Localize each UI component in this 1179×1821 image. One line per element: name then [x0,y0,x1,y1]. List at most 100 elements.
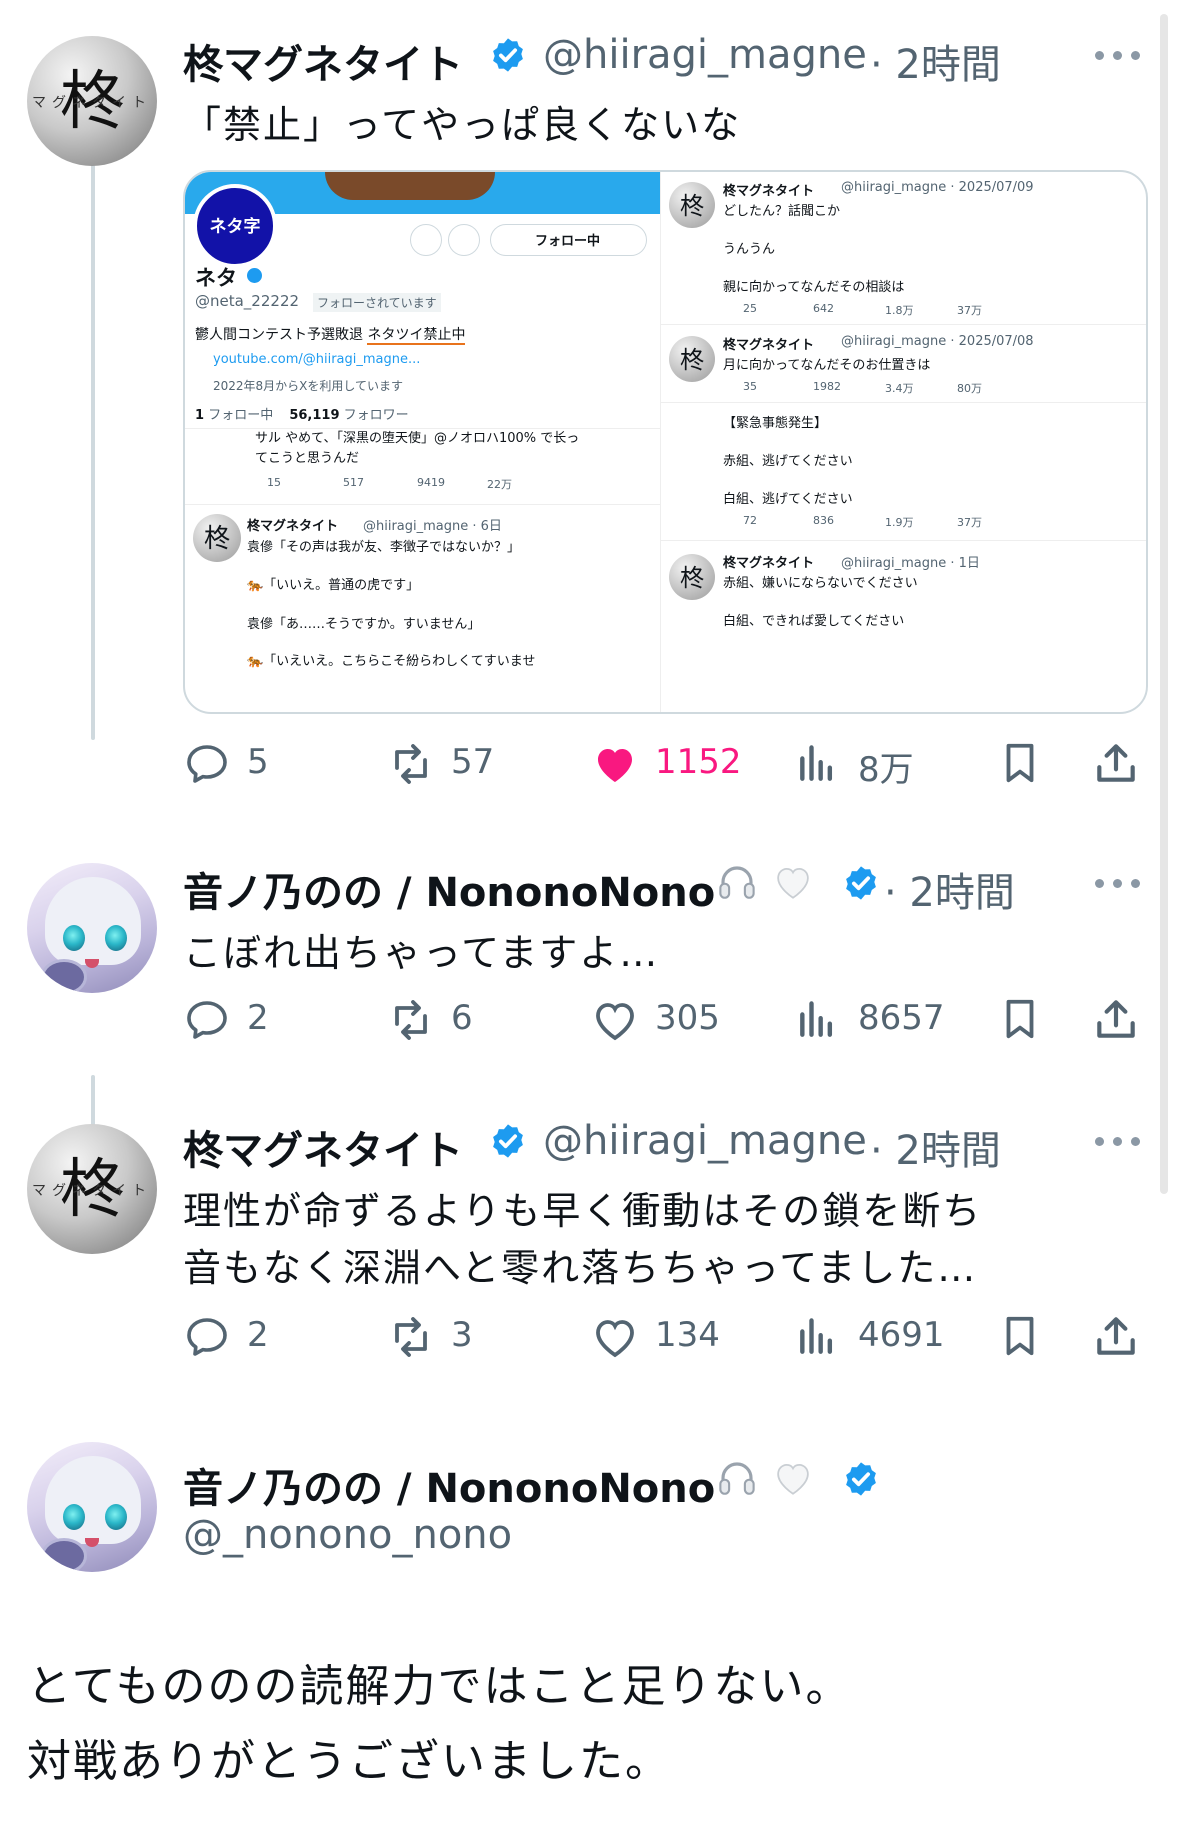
more-options-icon[interactable] [1095,876,1141,890]
white-heart-icon [777,1463,809,1495]
avatar[interactable]: 柊 マグネタイト [27,1124,157,1254]
white-heart-icon [777,867,809,899]
share-icon[interactable] [1091,738,1141,788]
embedded-post-line: うんうん [723,242,776,257]
embedded-post-line: 🐅「いえいえ。こちらこそ紛らわしくてすいませ [247,654,536,669]
following-count: 1 [195,408,205,423]
like-icon[interactable] [591,1313,639,1361]
embedded-avatar-kanji: 柊 [680,346,704,374]
avatar[interactable] [27,1442,157,1572]
more-options-icon[interactable] [1095,1134,1141,1148]
reply-icon[interactable] [183,740,231,788]
thread-line [91,162,95,740]
post-time[interactable]: · 2時間 [870,1118,1001,1176]
repost-count: 517 [343,476,364,489]
verified-badge-icon [493,1124,523,1158]
like-icon[interactable] [591,996,639,1044]
repost-icon[interactable] [386,740,436,788]
post-text-line: 理性が命ずるよりも早く衝動はその鎖を断ち [183,1189,983,1233]
embedded-image[interactable]: ネタ字 フォロー中 ネタ @neta_22222 フォローされています 鬱人間コ… [183,170,1148,714]
bookmark-icon[interactable] [997,1311,1043,1361]
embedded-author-handle: @hiiragi_magne · 2025/07/08 [841,334,1034,349]
share-icon[interactable] [1091,994,1141,1044]
embedded-post-line: 【緊急事態発生】 [723,416,828,431]
bookmark-icon[interactable] [997,738,1043,788]
post-text: こぼれ出ちゃってますよ… [183,931,660,975]
author-handle[interactable]: @hiiragi_magne [543,32,867,78]
repost-count: 836 [813,514,834,527]
followers-label: フォロワー [343,408,409,423]
repost-count: 6 [451,998,473,1038]
bookmark-icon[interactable] [997,994,1043,1044]
embedded-author-handle: @hiiragi_magne · 2025/07/09 [841,180,1034,195]
like-count: 1.9万 [885,516,914,529]
avatar-eye [63,925,85,951]
profile-handle: @neta_22222 [195,292,300,310]
embedded-avatar-kanji: 柊 [680,192,704,220]
embedded-author-name: 柊マグネタイト [247,519,339,534]
reply-count: 2 [247,1315,269,1355]
partial-post-line: サル やめて、「深黒の堕天使」@ノオロハ100% で长っ [255,431,580,446]
embedded-author-name: 柊マグネタイト [723,338,815,353]
embedded-post-line: 赤組、逃げてください [723,454,853,469]
profile-name: ネタ [195,266,237,290]
banner-hair [325,172,495,200]
more-options-icon[interactable] [1095,48,1141,62]
avatar[interactable]: 柊 マグネタイト [27,36,157,166]
profile-verified-icon [247,268,262,283]
verified-badge-icon [493,38,523,72]
views-icon[interactable] [795,998,839,1042]
reply-icon[interactable] [183,1313,231,1361]
embedded-author-name: 柊マグネタイト [723,184,815,199]
avatar-eye [105,925,127,951]
verified-badge-icon [846,866,876,900]
avatar-mouth [85,1538,99,1547]
view-count: 37万 [957,516,982,529]
post-time[interactable]: · 2時間 [870,32,1001,90]
share-icon[interactable] [1091,1311,1141,1361]
author-name[interactable]: 柊マグネタイト [183,32,463,90]
like-count: 305 [655,998,720,1038]
like-count: 1152 [655,742,742,782]
follow-button-label: フォロー中 [534,234,600,249]
profile-link[interactable]: youtube.com/@hiiragi_magne... [213,352,420,367]
follows-you-badge: フォローされています [313,293,441,312]
profile-bio-prefix: 鬱人間コンテスト予選敗退 [195,327,368,343]
author-name[interactable]: 音ノ乃のの / NononoNono [183,1456,715,1514]
repost-icon[interactable] [386,996,436,1044]
profile-avatar-logo: ネタ字 [209,217,261,237]
profile-bio-highlight: ネタツイ禁止中 [367,327,466,345]
notify-button[interactable] [410,224,442,256]
view-count: 80万 [957,382,982,395]
main-post-line: 対戦ありがとうございました。 [27,1736,671,1787]
embedded-post-line: 月に向かってなんだそのお仕置きは [723,358,931,373]
profile-follow-stats: 1 フォロー中 56,119 フォロワー [195,404,409,423]
reply-icon[interactable] [183,996,231,1044]
author-name[interactable]: 音ノ乃のの / NononoNono [183,860,715,918]
repost-count: 1982 [813,380,841,393]
repost-count: 642 [813,302,834,315]
repost-icon[interactable] [386,1313,436,1361]
embedded-post-line: 親に向かってなんだその相談は [723,280,905,295]
avatar-mouth [85,959,99,968]
author-handle[interactable]: @_nonono_nono [183,1512,512,1558]
partial-post-line: てこうと思うんだ [255,451,360,466]
like-icon[interactable] [591,740,639,788]
message-button[interactable] [448,224,480,256]
embedded-post-line: 🐅「いいえ。普通の虎です」 [247,578,420,593]
author-handle[interactable]: @hiiragi_magne [543,1118,867,1164]
like-count: 9419 [417,476,445,489]
divider [661,540,1146,541]
like-count: 1.8万 [885,304,914,317]
views-icon[interactable] [795,742,839,786]
avatar[interactable] [27,863,157,993]
embedded-author-handle: @hiiragi_magne · 6日 [363,519,502,534]
post-time[interactable]: · 2時間 [884,860,1015,918]
views-icon[interactable] [795,1315,839,1359]
scrollbar-thumb[interactable] [1160,14,1168,1194]
reply-count: 35 [743,380,757,393]
embedded-post-line: 赤組、嫌いにならないでください [723,576,918,591]
author-name[interactable]: 柊マグネタイト [183,1118,463,1176]
divider [661,324,1146,325]
embedded-profile-panel: ネタ字 フォロー中 ネタ @neta_22222 フォローされています 鬱人間コ… [185,172,660,712]
